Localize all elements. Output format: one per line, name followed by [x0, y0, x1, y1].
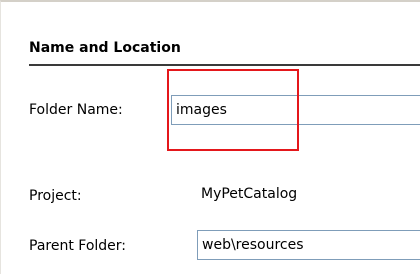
- name-and-location-panel: Name and Location Folder Name: images Pr…: [0, 0, 420, 274]
- parent-folder-field[interactable]: web\resources: [197, 230, 420, 260]
- parent-folder-label: Parent Folder:: [29, 238, 127, 254]
- folder-name-field[interactable]: images: [171, 95, 420, 125]
- project-field: MyPetCatalog: [199, 180, 420, 210]
- folder-name-label: Folder Name:: [29, 102, 123, 118]
- project-label: Project:: [29, 188, 82, 204]
- section-title: Name and Location: [29, 40, 181, 56]
- section-divider: [29, 64, 420, 66]
